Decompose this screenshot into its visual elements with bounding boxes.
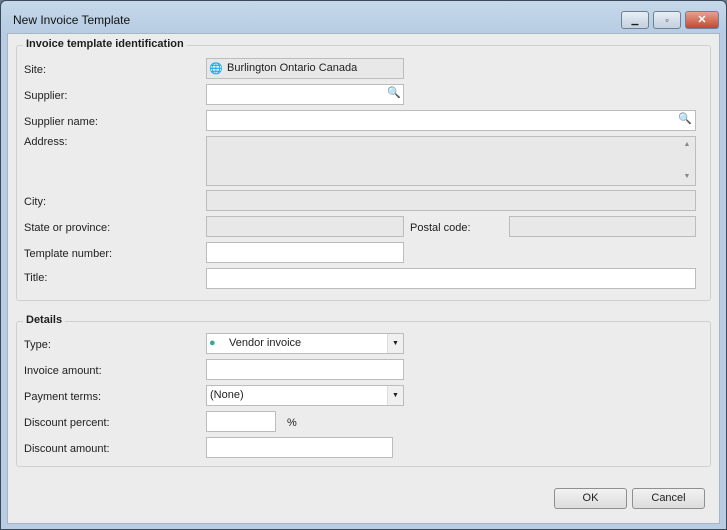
state-field — [206, 216, 404, 237]
postal-code-field — [509, 216, 696, 237]
search-icon[interactable]: 🔍 — [678, 112, 692, 125]
ok-button[interactable]: OK — [554, 488, 627, 509]
site-field: 🌐 Burlington Ontario Canada — [206, 58, 404, 79]
percent-sign: % — [287, 417, 297, 429]
group-title: Details — [23, 314, 66, 326]
window-title: New Invoice Template — [13, 13, 131, 27]
chevron-down-icon[interactable]: ▼ — [387, 334, 403, 353]
city-field — [206, 190, 696, 211]
group-title: Invoice template identification — [23, 38, 187, 50]
title-label: Title: — [24, 272, 48, 284]
dialog-window: New Invoice Template ▁ ▫ ✕ Invoice templ… — [0, 0, 727, 530]
invoice-amount-label: Invoice amount: — [24, 365, 102, 377]
city-label: City: — [24, 196, 46, 208]
maximize-button[interactable]: ▫ — [653, 11, 681, 29]
discount-amount-input[interactable] — [206, 437, 393, 458]
site-label: Site: — [24, 64, 47, 76]
template-number-label: Template number: — [24, 248, 113, 260]
state-label: State or province: — [24, 222, 111, 234]
address-field: ▲ ▼ — [206, 136, 696, 186]
globe-icon: 🌐 — [209, 63, 223, 75]
minimize-button[interactable]: ▁ — [621, 11, 649, 29]
invoice-amount-input[interactable] — [206, 359, 404, 380]
title-input[interactable] — [206, 268, 696, 289]
address-label: Address: — [24, 136, 68, 148]
discount-amount-label: Discount amount: — [24, 443, 110, 455]
template-number-input[interactable] — [206, 242, 404, 263]
close-button[interactable]: ✕ — [685, 11, 719, 29]
discount-percent-input[interactable] — [206, 411, 276, 432]
cancel-button[interactable]: Cancel — [632, 488, 705, 509]
search-icon[interactable]: 🔍 — [387, 86, 401, 99]
chevron-down-icon[interactable]: ▼ — [387, 386, 403, 405]
type-select[interactable]: ● Vendor invoice ▼ — [206, 333, 404, 354]
dialog-client: Invoice template identification Site: 🌐 B… — [7, 33, 720, 524]
supplier-name-input[interactable]: 🔍 — [206, 110, 696, 131]
type-label: Type: — [24, 339, 51, 351]
supplier-name-label: Supplier name: — [24, 116, 98, 128]
supplier-input[interactable]: 🔍 — [206, 84, 404, 105]
supplier-label: Supplier: — [24, 90, 68, 102]
payment-terms-select[interactable]: (None) ▼ — [206, 385, 404, 406]
invoice-type-icon: ● — [209, 337, 216, 349]
discount-percent-label: Discount percent: — [24, 417, 110, 429]
postal-code-label: Postal code: — [410, 222, 471, 234]
payment-terms-label: Payment terms: — [24, 391, 102, 403]
scrollbar[interactable]: ▲ ▼ — [679, 137, 695, 185]
